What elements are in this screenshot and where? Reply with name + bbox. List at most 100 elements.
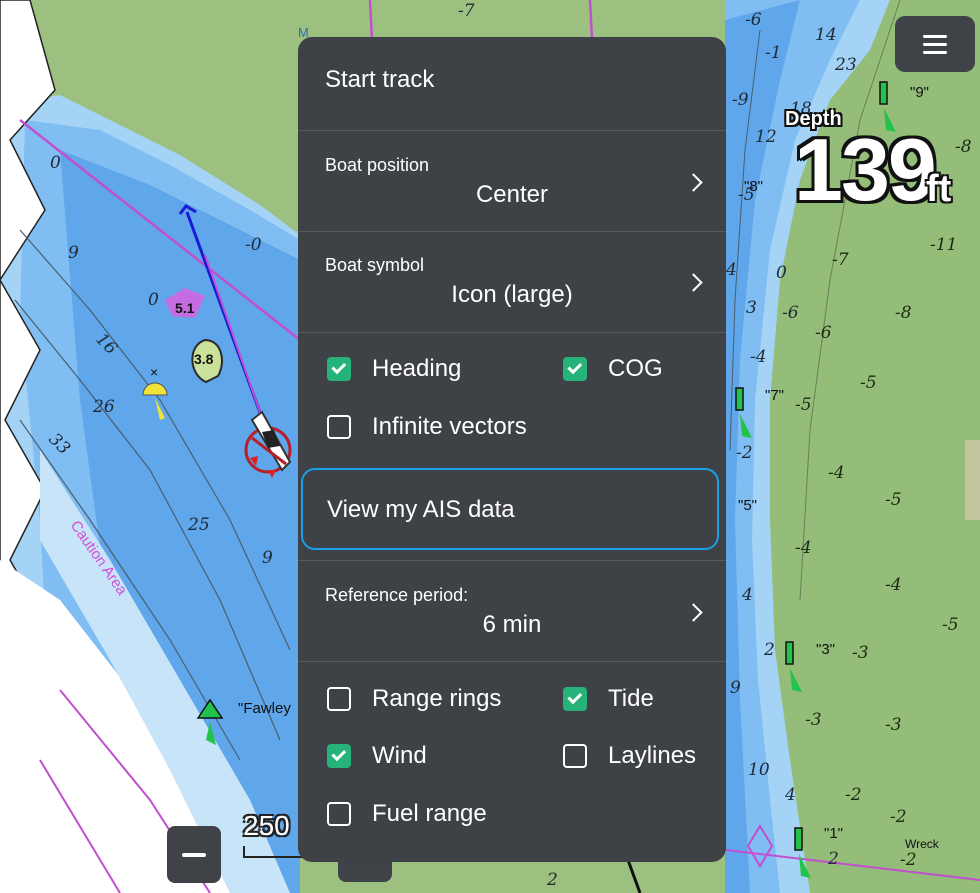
fuel-range-checkbox[interactable]: Fuel range (327, 800, 487, 828)
svg-text:-8: -8 (955, 137, 972, 157)
depth-value: 139 (794, 120, 937, 219)
laylines-label: Laylines (608, 742, 697, 769)
svg-text:×: × (150, 364, 158, 380)
laylines-checkbox[interactable]: Laylines (563, 742, 696, 770)
svg-text:"1": "1" (824, 825, 843, 842)
cog-label: COG (608, 355, 663, 382)
reference-period-value: 6 min (482, 611, 542, 638)
svg-text:9: 9 (730, 678, 741, 698)
svg-text:-2: -2 (890, 807, 907, 827)
minus-icon (182, 852, 206, 857)
heading-label: Heading (372, 355, 462, 382)
svg-text:-2: -2 (900, 850, 917, 870)
svg-text:5.1: 5.1 (175, 300, 195, 316)
view-ais-data-label: View my AIS data (327, 496, 515, 523)
wreck-label: Wreck (905, 837, 940, 851)
hamburger-icon (923, 34, 947, 54)
start-track-item[interactable]: Start track (298, 37, 726, 130)
svg-text:-7: -7 (458, 1, 475, 21)
svg-text:0: 0 (50, 153, 61, 173)
reference-period-label: Reference period: (325, 585, 469, 605)
range-rings-label: Range rings (372, 685, 502, 712)
svg-text:"Fawley: "Fawley (238, 700, 291, 717)
wind-checkbox[interactable]: Wind (327, 742, 427, 770)
svg-text:2: 2 (546, 870, 558, 890)
svg-text:-3: -3 (885, 715, 902, 735)
svg-text:9: 9 (68, 243, 79, 263)
fuel-range-label: Fuel range (372, 800, 487, 827)
boat-position-item[interactable]: Boat position Center (298, 131, 726, 231)
boat-position-label: Boat position (325, 155, 430, 175)
boat-position-value: Center (475, 181, 549, 208)
svg-text:-5: -5 (942, 615, 959, 635)
svg-text:"7": "7" (765, 387, 784, 404)
chart-context-menu: Start track Boat position Center Boat sy… (298, 37, 726, 862)
checkbox-checked-icon (327, 744, 351, 768)
svg-text:2: 2 (763, 640, 775, 660)
svg-text:-7: -7 (832, 250, 849, 270)
checkbox-unchecked-icon (563, 744, 587, 768)
svg-text:-0: -0 (245, 235, 262, 255)
infinite-vectors-checkbox[interactable]: Infinite vectors (327, 413, 527, 441)
svg-text:10: 10 (748, 760, 770, 780)
svg-text:-5: -5 (795, 395, 812, 415)
zoom-out-button[interactable] (167, 826, 221, 883)
svg-text:-4: -4 (795, 538, 812, 558)
svg-text:-3: -3 (852, 643, 869, 663)
boat-symbol-value: Icon (large) (451, 281, 573, 308)
svg-text:23: 23 (834, 55, 857, 75)
view-ais-data-item[interactable]: View my AIS data (301, 468, 719, 550)
svg-text:-6: -6 (782, 303, 799, 323)
checkbox-checked-icon (563, 687, 587, 711)
svg-text:26: 26 (92, 397, 115, 417)
buoy-label-8: "8" (744, 178, 763, 195)
menu-button[interactable] (895, 16, 975, 72)
checkbox-unchecked-icon (327, 415, 351, 439)
svg-text:-11: -11 (930, 235, 957, 255)
boat-symbol-label: Boat symbol (325, 255, 425, 275)
svg-text:"3": "3" (816, 641, 835, 658)
tide-checkbox[interactable]: Tide (563, 685, 654, 713)
checkbox-unchecked-icon (327, 687, 351, 711)
svg-text:4: 4 (725, 260, 737, 280)
start-track-label: Start track (325, 66, 435, 93)
svg-text:4: 4 (741, 585, 753, 605)
svg-text:-4: -4 (885, 575, 902, 595)
svg-text:3.8: 3.8 (194, 351, 214, 367)
svg-text:-2: -2 (845, 785, 862, 805)
depth-unit: ft (926, 168, 952, 210)
buoy-label-5: "5" (738, 497, 757, 514)
svg-text:2: 2 (827, 849, 839, 869)
svg-text:0: 0 (148, 290, 159, 310)
svg-text:-8: -8 (895, 303, 912, 323)
svg-text:4: 4 (784, 785, 796, 805)
svg-text:-2: -2 (736, 443, 753, 463)
svg-text:"9": "9" (910, 84, 929, 101)
svg-text:-4: -4 (750, 347, 767, 367)
reference-period-item[interactable]: Reference period: 6 min (298, 561, 726, 661)
wind-label: Wind (372, 742, 427, 769)
svg-text:25: 25 (187, 515, 210, 535)
infinite-vectors-label: Infinite vectors (372, 413, 527, 440)
tide-label: Tide (608, 685, 654, 712)
svg-text:9: 9 (262, 548, 273, 568)
svg-text:0: 0 (776, 263, 787, 283)
scale-value: 250 (243, 810, 290, 841)
svg-text:-5: -5 (860, 373, 877, 393)
current-marker[interactable]: 3.8 (191, 338, 223, 384)
heading-checkbox[interactable]: Heading (327, 355, 461, 383)
svg-text:14: 14 (815, 25, 837, 45)
svg-text:3: 3 (746, 298, 757, 318)
svg-text:-1: -1 (765, 43, 782, 63)
checkbox-checked-icon (563, 357, 587, 381)
svg-text:-5: -5 (885, 490, 902, 510)
boat-symbol-item[interactable]: Boat symbol Icon (large) (298, 232, 726, 332)
checkbox-unchecked-icon (327, 802, 351, 826)
checkbox-checked-icon (327, 357, 351, 381)
svg-text:-6: -6 (745, 10, 762, 30)
range-rings-checkbox[interactable]: Range rings (327, 685, 501, 713)
cog-checkbox[interactable]: COG (563, 355, 663, 383)
svg-text:-6: -6 (815, 323, 832, 343)
svg-text:12: 12 (755, 127, 777, 147)
svg-text:-3: -3 (805, 710, 822, 730)
